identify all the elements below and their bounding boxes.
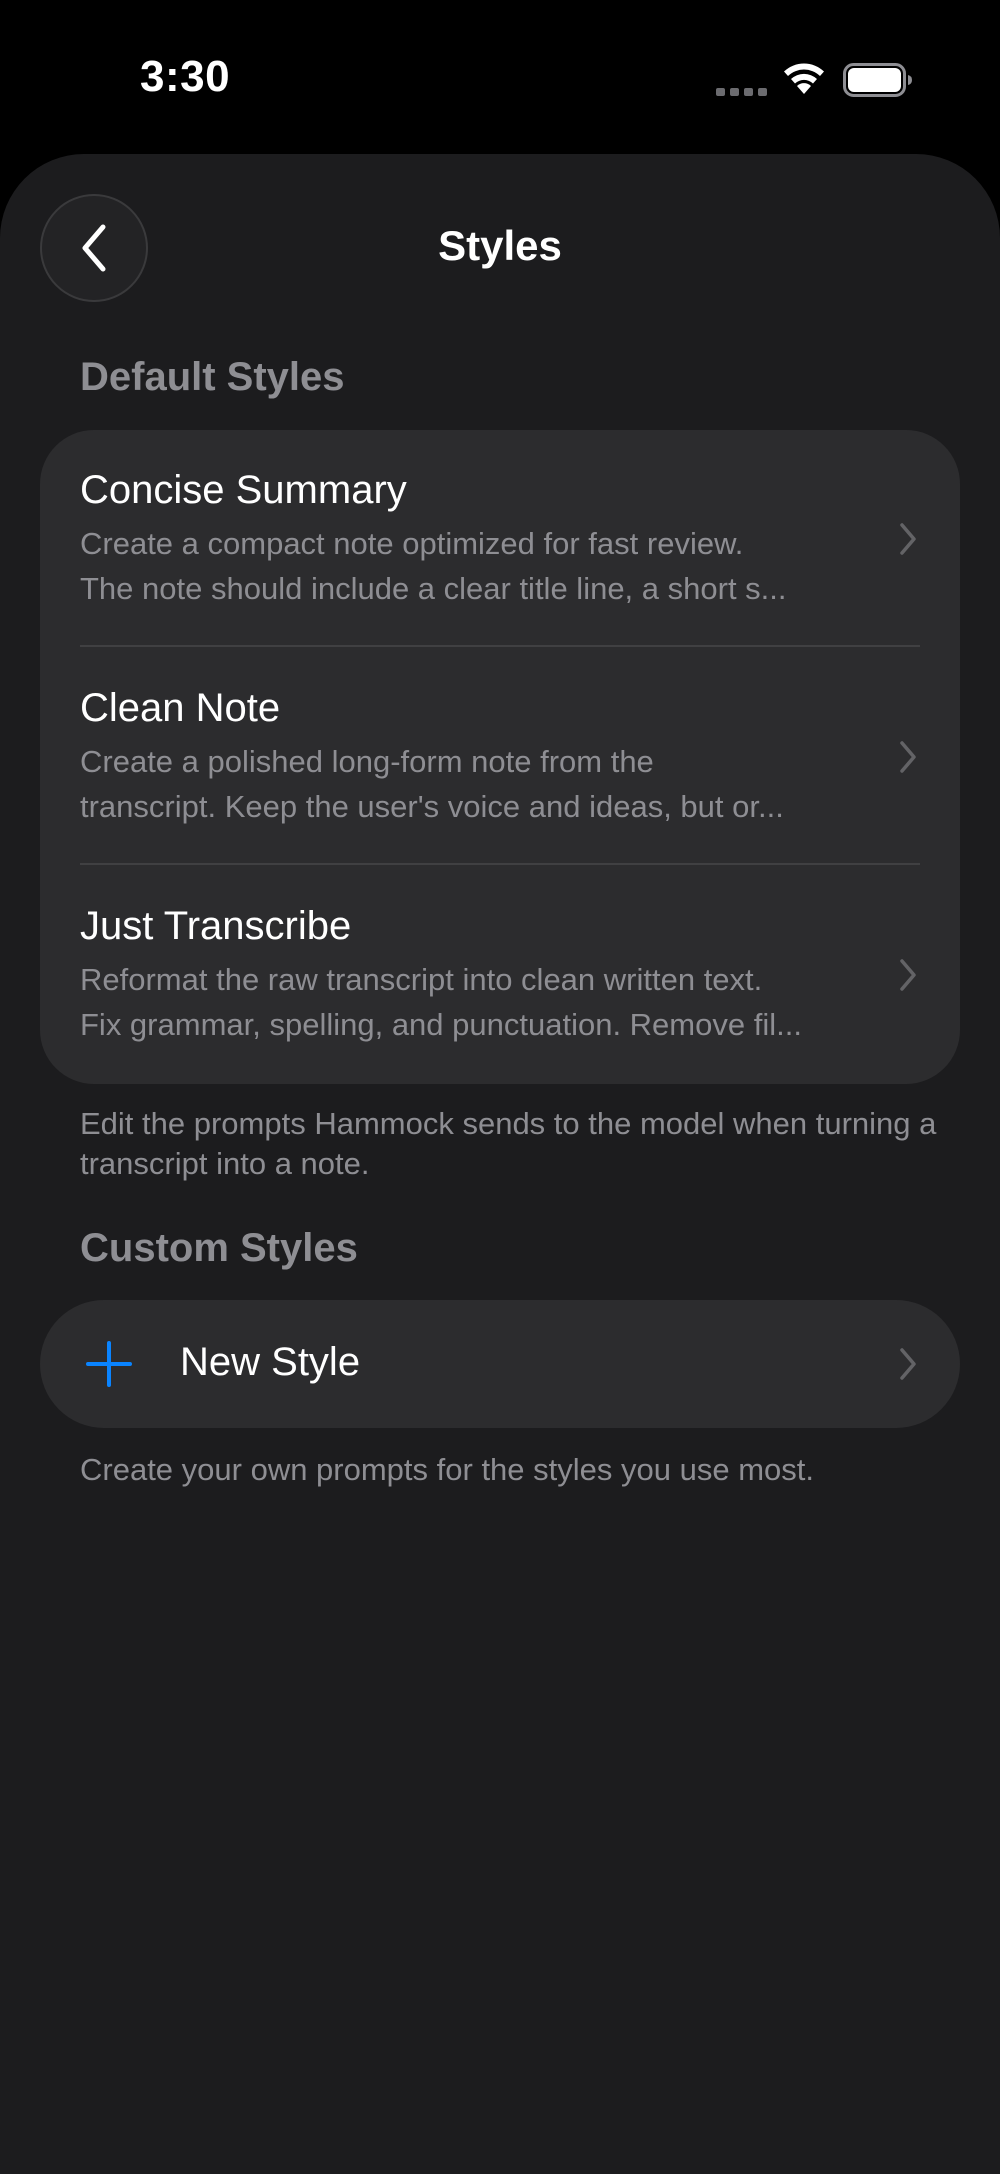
default-styles-card: Concise Summary Create a compact note op… (40, 430, 960, 1084)
style-row-clean-note[interactable]: Clean Note Create a polished long-form n… (40, 648, 960, 866)
style-title: Concise Summary (80, 468, 407, 512)
style-row-concise-summary[interactable]: Concise Summary Create a compact note op… (40, 430, 960, 648)
divider (80, 645, 920, 647)
new-style-label: New Style (180, 1340, 361, 1384)
new-style-button[interactable]: New Style (40, 1300, 960, 1428)
page-title: Styles (438, 222, 562, 269)
plus-icon (86, 1341, 132, 1387)
chevron-right-icon (900, 523, 916, 555)
style-title: Clean Note (80, 686, 281, 730)
style-row-just-transcribe[interactable]: Just Transcribe Reformat the raw transcr… (40, 866, 960, 1084)
style-description: Create a compact note optimized for fast… (80, 526, 744, 561)
style-description: Reformat the raw transcript into clean w… (80, 962, 763, 997)
style-description: Fix grammar, spelling, and punctuation. … (80, 1007, 802, 1042)
style-description: The note should include a clear title li… (80, 571, 787, 606)
chevron-right-icon (900, 741, 916, 773)
screen: 3:30 Styles Default Styles Concise Summa… (0, 0, 1000, 2174)
chevron-right-icon (900, 1348, 916, 1380)
style-description: transcript. Keep the user's voice and id… (80, 789, 784, 824)
wifi-icon (784, 63, 824, 94)
style-title: Just Transcribe (80, 904, 352, 948)
battery-icon (843, 63, 912, 97)
custom-styles-footnote: Create your own prompts for the styles y… (80, 1452, 814, 1487)
divider (80, 863, 920, 865)
cellular-signal-icon (716, 88, 767, 96)
style-description: Create a polished long-form note from th… (80, 744, 654, 779)
custom-styles-header: Custom Styles (80, 1226, 358, 1270)
status-time: 3:30 (140, 52, 231, 101)
default-styles-footnote: Edit the prompts Hammock sends to the mo… (80, 1106, 937, 1181)
default-styles-header: Default Styles (80, 355, 345, 399)
status-bar: 3:30 (0, 0, 1000, 150)
chevron-right-icon (900, 959, 916, 991)
